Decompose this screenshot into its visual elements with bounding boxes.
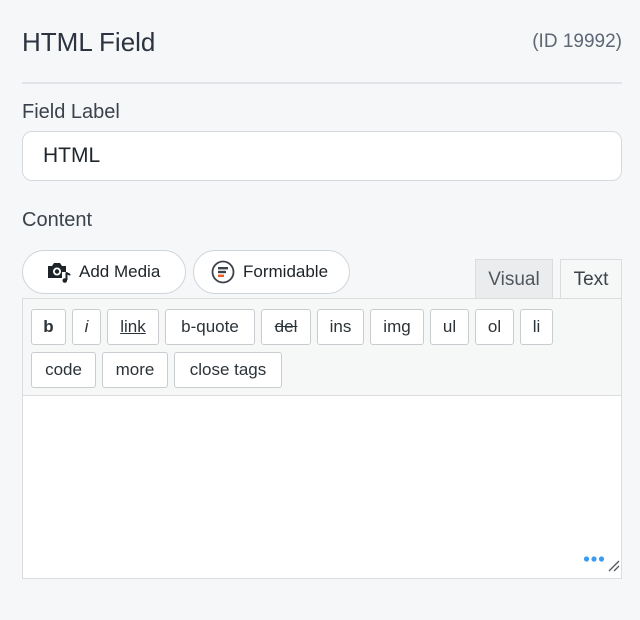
qt-ol-button[interactable]: ol xyxy=(475,309,514,345)
tab-visual[interactable]: Visual xyxy=(475,259,553,299)
qt-close-tags-button[interactable]: close tags xyxy=(174,352,282,388)
qt-code-button[interactable]: code xyxy=(31,352,96,388)
field-header: HTML Field (ID 19992) xyxy=(22,26,622,58)
formidable-logo-icon xyxy=(211,260,235,284)
formidable-label: Formidable xyxy=(243,262,329,281)
tab-text[interactable]: Text xyxy=(560,259,622,299)
field-id: (ID 19992) xyxy=(532,31,622,52)
qt-ins-button[interactable]: ins xyxy=(317,309,364,345)
camera-music-icon xyxy=(45,260,71,284)
content-textarea[interactable] xyxy=(23,396,621,578)
add-media-label: Add Media xyxy=(79,262,161,281)
resize-handle-icon[interactable] xyxy=(606,558,620,577)
field-label-heading: Field Label xyxy=(22,101,120,123)
page-title: HTML Field xyxy=(22,27,156,57)
add-media-button[interactable]: Add Media xyxy=(22,250,186,294)
qt-ul-button[interactable]: ul xyxy=(430,309,469,345)
qt-link-button[interactable]: link xyxy=(107,309,159,345)
qt-li-button[interactable]: li xyxy=(520,309,553,345)
qt-img-button[interactable]: img xyxy=(370,309,424,345)
quicktags-toolbar: b i link b-quote del ins img ul ol li co… xyxy=(23,299,621,396)
more-options-icon[interactable] xyxy=(583,550,605,568)
html-editor: b i link b-quote del ins img ul ol li co… xyxy=(22,298,622,579)
field-label-input[interactable] xyxy=(22,131,622,181)
qt-italic-button[interactable]: i xyxy=(72,309,101,345)
qt-bquote-button[interactable]: b-quote xyxy=(165,309,255,345)
header-divider xyxy=(22,82,622,84)
qt-del-button[interactable]: del xyxy=(261,309,311,345)
content-heading: Content xyxy=(22,209,93,231)
qt-bold-button[interactable]: b xyxy=(31,309,66,345)
field-settings-panel: HTML Field (ID 19992) Field Label Conten… xyxy=(0,0,640,620)
qt-more-button[interactable]: more xyxy=(102,352,168,388)
formidable-button[interactable]: Formidable xyxy=(193,250,350,294)
